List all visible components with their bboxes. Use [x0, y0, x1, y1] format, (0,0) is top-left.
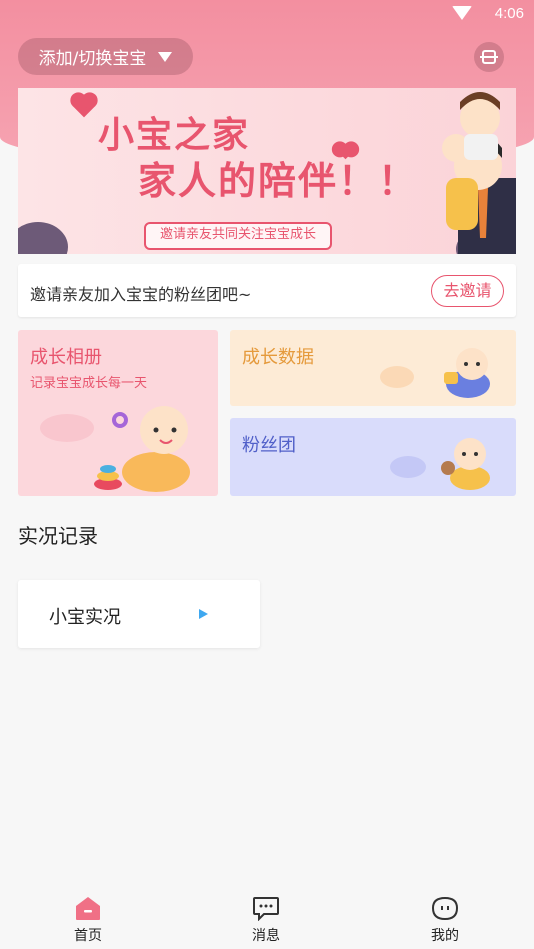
invite-button[interactable]: 去邀请	[431, 275, 504, 307]
tab-label: 我的	[431, 928, 459, 944]
growth-title: 成长数据	[242, 347, 314, 368]
live-item-card[interactable]: 小宝实况	[18, 580, 260, 648]
banner-ribbon: 邀请亲友共同关注宝宝成长	[144, 222, 333, 250]
fan-club-card[interactable]: 粉丝团	[230, 418, 516, 496]
bottom-tab-bar: 首页 消息 我的	[0, 889, 534, 949]
tab-label: 首页	[74, 928, 102, 944]
message-icon	[253, 897, 279, 921]
growth-data-card[interactable]: 成长数据	[230, 330, 516, 406]
profile-icon	[431, 896, 459, 921]
invite-text: 邀请亲友加入宝宝的粉丝团吧~	[30, 285, 252, 304]
invite-bar: 邀请亲友加入宝宝的粉丝团吧~ 去邀请	[18, 264, 516, 317]
tab-label: 消息	[252, 928, 280, 944]
home-icon	[76, 897, 100, 920]
promo-banner[interactable]: 小宝之家 家人的陪伴！！ 邀请亲友共同关注宝宝成长	[18, 88, 516, 254]
play-icon	[199, 609, 208, 619]
tab-profile[interactable]: 我的	[405, 889, 485, 949]
tab-messages[interactable]: 消息	[226, 889, 306, 949]
scan-button[interactable]	[474, 42, 504, 72]
growth-album-card[interactable]: 成长相册 记录宝宝成长每一天	[18, 330, 218, 496]
status-time: 4:06	[494, 5, 524, 22]
live-item-label: 小宝实况	[49, 607, 121, 628]
baby-illustration	[444, 348, 490, 398]
heart-icon	[72, 94, 96, 118]
family-illustration	[442, 92, 516, 254]
tab-home[interactable]: 首页	[48, 889, 128, 949]
dropdown-triangle-icon	[158, 51, 173, 62]
album-title: 成长相册	[30, 347, 102, 368]
status-bar: 4:06	[0, 0, 534, 28]
fans-title: 粉丝团	[242, 435, 296, 456]
section-title: 实况记录	[18, 524, 98, 548]
wifi-icon	[452, 6, 472, 20]
baby-illustration	[441, 438, 490, 490]
baby-illustration	[94, 406, 190, 492]
switch-baby-label: 添加/切换宝宝	[38, 49, 147, 69]
switch-baby-button[interactable]: 添加/切换宝宝	[18, 38, 193, 75]
banner-subtitle: 家人的陪伴！！	[138, 158, 419, 203]
